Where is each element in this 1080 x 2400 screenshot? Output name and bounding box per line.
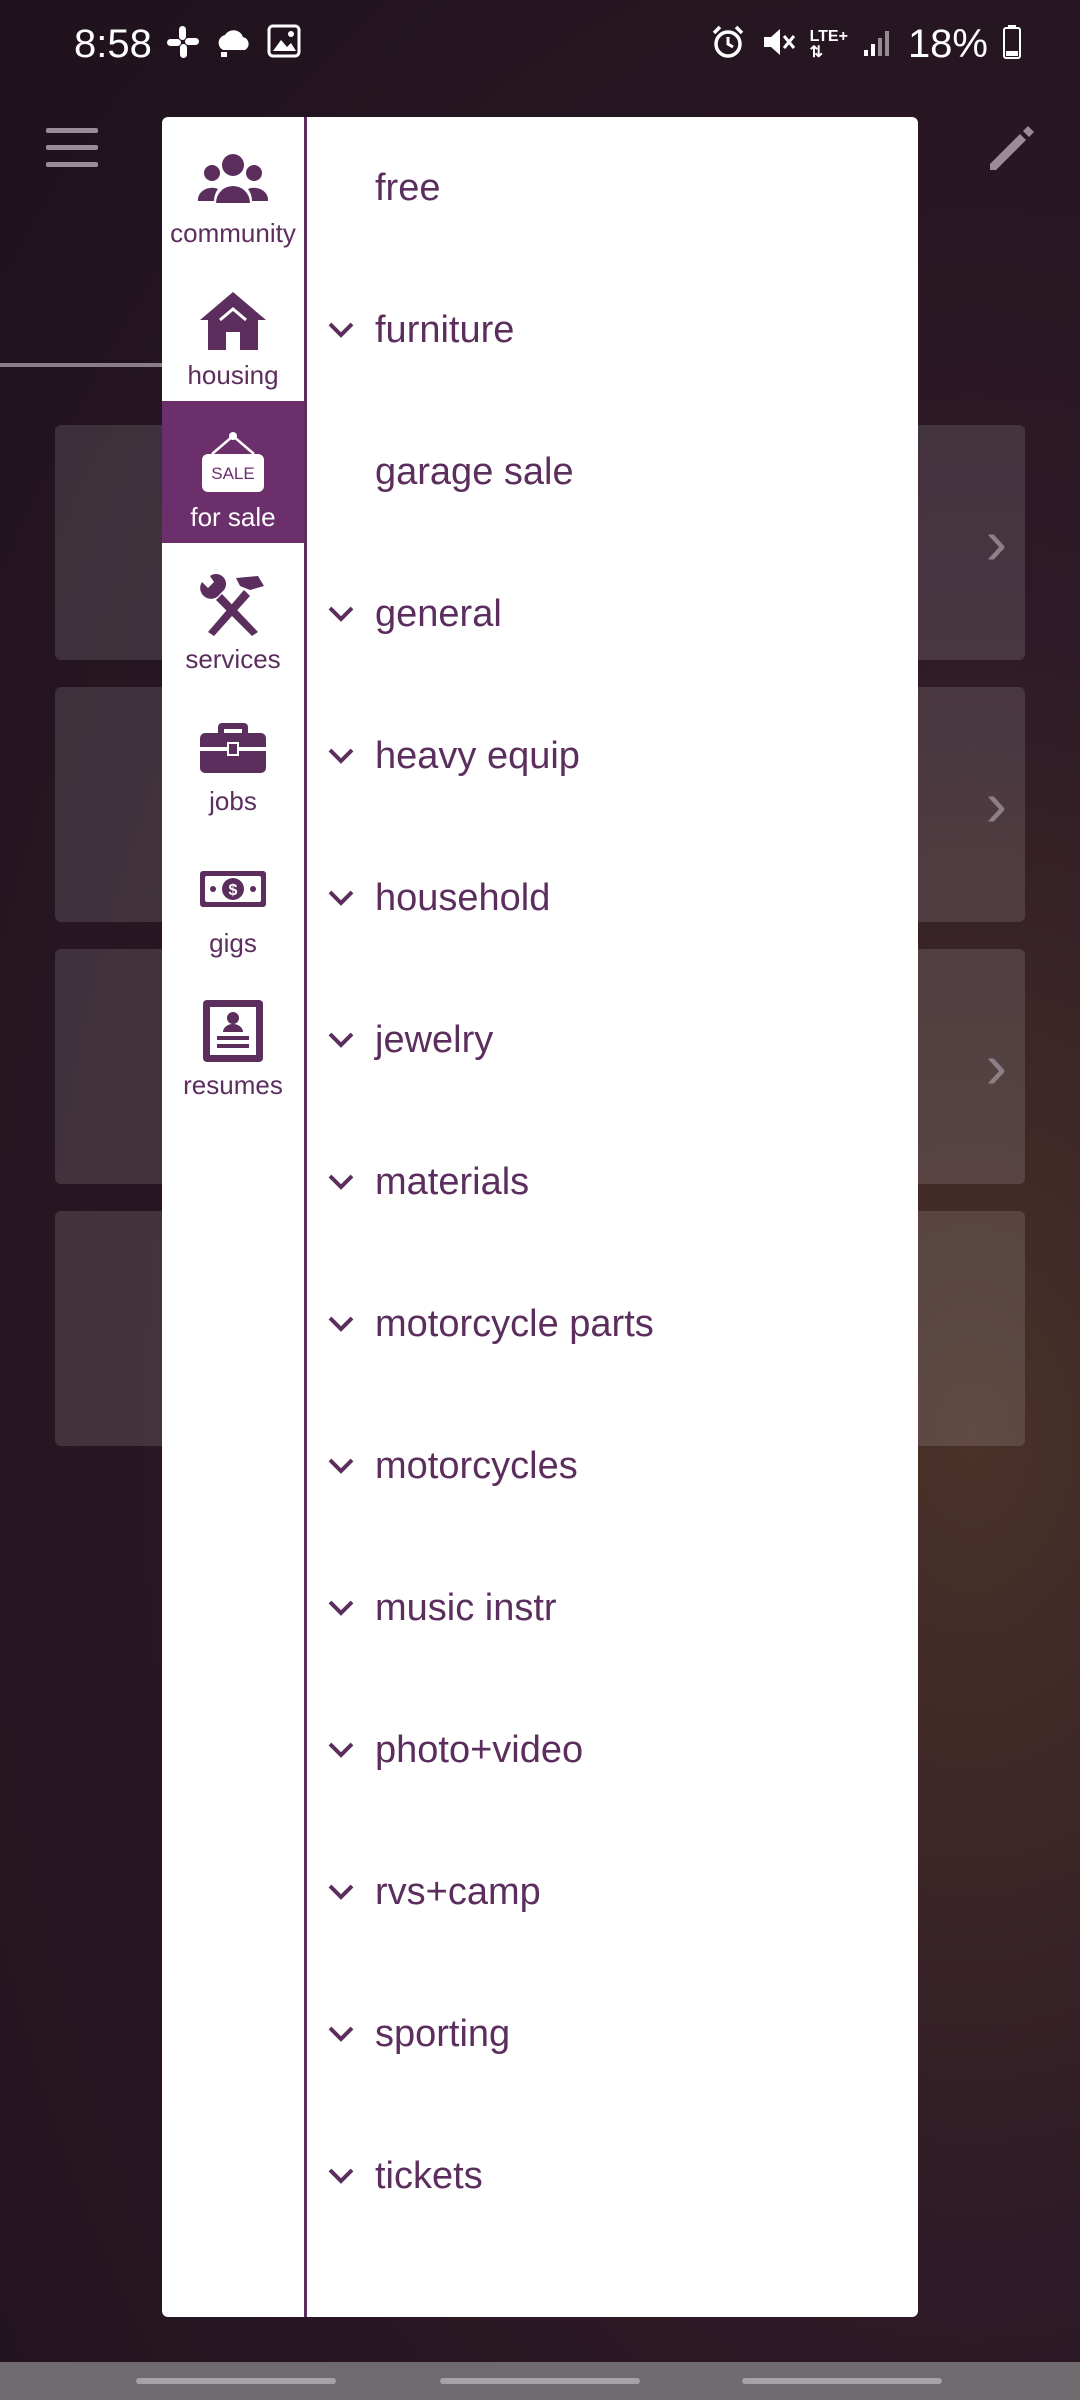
rail-label: gigs	[209, 928, 257, 958]
alarm-icon	[710, 24, 746, 65]
rail-item-jobs[interactable]: jobs	[162, 685, 304, 827]
category-drawer: community housing SALE for sale services	[162, 117, 918, 2317]
nav-back[interactable]	[742, 2378, 942, 2384]
chevron-down-icon[interactable]	[307, 1031, 375, 1049]
category-item[interactable]: heavy equip	[307, 685, 918, 827]
category-label: garage sale	[375, 450, 574, 493]
chevron-down-icon[interactable]	[307, 1173, 375, 1191]
battery-percent: 18%	[907, 22, 988, 66]
status-bar: 8:58 LTE+ ⇅ 18%	[0, 0, 1080, 92]
category-label: motorcycle parts	[375, 1302, 654, 1345]
category-item[interactable]: motorcycles	[307, 1395, 918, 1537]
category-label: materials	[375, 1160, 530, 1203]
category-label: jewelry	[375, 1018, 494, 1061]
rail-item-community[interactable]: community	[162, 117, 304, 259]
rail-label: services	[185, 644, 281, 674]
category-label: general	[375, 592, 502, 635]
category-item[interactable]: sporting	[307, 1963, 918, 2105]
rail-item-resumes[interactable]: resumes	[162, 969, 304, 1111]
category-item[interactable]: free	[307, 117, 918, 259]
category-label: heavy equip	[375, 734, 580, 777]
gallery-icon	[267, 24, 301, 65]
slack-icon	[165, 24, 201, 65]
chevron-down-icon[interactable]	[307, 2167, 375, 2185]
category-item[interactable]: household	[307, 827, 918, 969]
tab-indicator	[0, 363, 170, 367]
chevron-right-icon: ›	[985, 768, 1007, 840]
money-icon: $	[198, 854, 268, 924]
category-label: sporting	[375, 2012, 511, 2055]
category-label: furniture	[375, 308, 515, 351]
category-label: music instr	[375, 1586, 557, 1629]
resume-icon	[201, 996, 265, 1066]
chevron-down-icon[interactable]	[307, 321, 375, 339]
category-item[interactable]: rvs+camp	[307, 1821, 918, 1963]
chevron-down-icon[interactable]	[307, 1883, 375, 1901]
sale-sign-text: SALE	[211, 464, 254, 483]
category-item[interactable]: garage sale	[307, 401, 918, 543]
house-icon	[198, 286, 268, 356]
sale-sign-icon: SALE	[198, 428, 268, 498]
rail-label: for sale	[190, 502, 276, 532]
rail-item-gigs[interactable]: $ gigs	[162, 827, 304, 969]
nav-recents[interactable]	[136, 2378, 336, 2384]
rail-label: resumes	[183, 1070, 283, 1100]
cloud-notification-icon	[215, 24, 253, 65]
rail-label: jobs	[209, 786, 257, 816]
chevron-right-icon: ›	[985, 506, 1007, 578]
category-item[interactable]: general	[307, 543, 918, 685]
section-rail: community housing SALE for sale services	[162, 117, 307, 2317]
category-label: photo+video	[375, 1728, 584, 1771]
chevron-down-icon[interactable]	[307, 1599, 375, 1617]
status-time: 8:58	[74, 22, 152, 66]
category-label: free	[375, 166, 441, 209]
rail-label: housing	[187, 360, 279, 390]
chevron-down-icon[interactable]	[307, 605, 375, 623]
category-item[interactable]: materials	[307, 1111, 918, 1253]
category-item[interactable]: motorcycle parts	[307, 1253, 918, 1395]
chevron-down-icon[interactable]	[307, 2025, 375, 2043]
svg-text:$: $	[229, 882, 238, 899]
signal-icon	[862, 26, 894, 63]
briefcase-icon	[198, 712, 268, 782]
battery-icon	[1002, 24, 1022, 65]
category-item[interactable]: furniture	[307, 259, 918, 401]
category-label: motorcycles	[375, 1444, 578, 1487]
rail-item-services[interactable]: services	[162, 543, 304, 685]
rail-item-for-sale[interactable]: SALE for sale	[162, 401, 304, 543]
category-item[interactable]: jewelry	[307, 969, 918, 1111]
chevron-down-icon[interactable]	[307, 1741, 375, 1759]
menu-icon[interactable]	[46, 128, 98, 168]
chevron-down-icon[interactable]	[307, 747, 375, 765]
category-label: tickets	[375, 2154, 483, 2197]
nav-home[interactable]	[440, 2378, 640, 2384]
rail-item-housing[interactable]: housing	[162, 259, 304, 401]
category-item[interactable]: photo+video	[307, 1679, 918, 1821]
category-item[interactable]: tickets	[307, 2105, 918, 2247]
chevron-down-icon[interactable]	[307, 1315, 375, 1333]
system-nav-bar	[0, 2362, 1080, 2400]
mute-icon	[760, 24, 796, 65]
tools-icon	[198, 570, 268, 640]
community-icon	[198, 144, 268, 214]
network-type: LTE+ ⇅	[809, 27, 848, 61]
category-label: rvs+camp	[375, 1870, 541, 1913]
rail-label: community	[170, 218, 296, 248]
category-item[interactable]: music instr	[307, 1537, 918, 1679]
chevron-down-icon[interactable]	[307, 889, 375, 907]
edit-icon[interactable]	[982, 120, 1038, 181]
chevron-right-icon: ›	[985, 1030, 1007, 1102]
chevron-down-icon[interactable]	[307, 1457, 375, 1475]
category-label: household	[375, 876, 551, 919]
